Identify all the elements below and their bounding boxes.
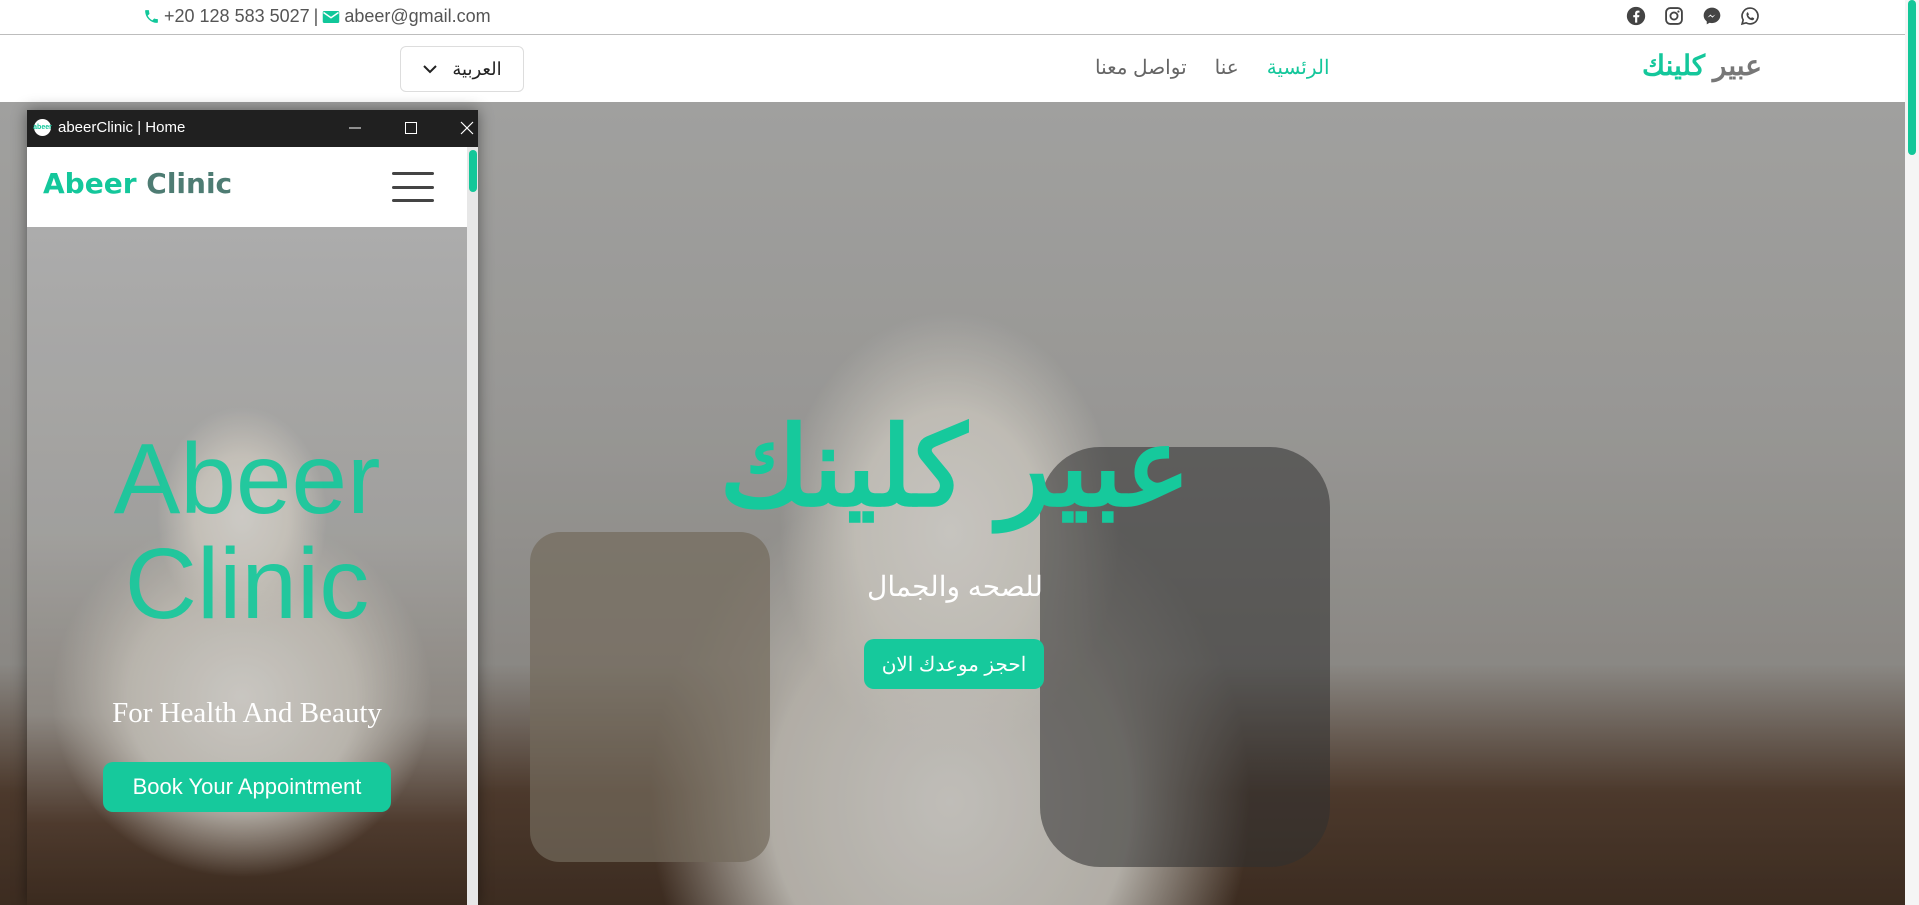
maximize-icon[interactable] bbox=[401, 118, 421, 138]
instagram-icon[interactable] bbox=[1664, 6, 1684, 26]
site-logo[interactable]: عبير كلينك bbox=[1642, 49, 1762, 82]
messenger-icon[interactable] bbox=[1702, 6, 1722, 26]
page-scrollbar[interactable] bbox=[1905, 0, 1919, 905]
mobile-book-appointment-button[interactable]: Book Your Appointment bbox=[103, 762, 391, 812]
contact-info: +20 128 583 5027 | abeer@gmail.com bbox=[143, 6, 491, 27]
facebook-icon[interactable] bbox=[1626, 6, 1646, 26]
window-scrollbar-thumb[interactable] bbox=[469, 150, 477, 192]
nav-menu: الرئسية عنا تواصل معنا bbox=[1095, 55, 1330, 80]
language-selector[interactable]: العربية bbox=[400, 46, 524, 92]
app-logo-icon: abeer bbox=[33, 119, 52, 136]
mobile-brand-word-1: Abeer bbox=[43, 167, 137, 200]
app-logo-text: abeer bbox=[33, 124, 52, 131]
window-scrollbar[interactable] bbox=[467, 147, 478, 905]
brand-word-2: كلينك bbox=[1642, 50, 1706, 81]
popup-window: abeer abeerClinic | Home Abeer Clinic Ab… bbox=[27, 110, 478, 905]
mobile-hero-title-line-1: Abeer bbox=[113, 423, 381, 535]
window-content: Abeer Clinic Abeer Clinic For Health And… bbox=[27, 147, 478, 905]
nav-link-home[interactable]: الرئسية bbox=[1267, 55, 1330, 80]
contact-separator: | bbox=[313, 6, 319, 26]
chevron-down-icon bbox=[422, 64, 438, 74]
envelope-icon bbox=[322, 9, 340, 25]
hero-title: عبير كلينك bbox=[719, 406, 1191, 529]
whatsapp-icon[interactable] bbox=[1740, 6, 1760, 26]
language-label: العربية bbox=[452, 58, 502, 79]
brand-word-1: عبير bbox=[1712, 50, 1762, 81]
main-navbar: العربية الرئسية عنا تواصل معنا عبير كلين… bbox=[0, 35, 1905, 102]
mobile-hero-subtitle: For Health And Beauty bbox=[112, 697, 382, 729]
hamburger-menu-icon[interactable] bbox=[392, 170, 434, 204]
mobile-hero-title: Abeer Clinic bbox=[27, 427, 467, 637]
nav-link-about[interactable]: عنا bbox=[1215, 55, 1239, 80]
hero-subtitle: للصحه والجمال bbox=[867, 571, 1043, 602]
email-address[interactable]: abeer@gmail.com bbox=[344, 6, 490, 27]
book-appointment-button[interactable]: احجز موعدك الان bbox=[864, 639, 1044, 689]
mobile-header: Abeer Clinic bbox=[27, 147, 467, 227]
minimize-icon[interactable] bbox=[345, 118, 365, 138]
page-scrollbar-thumb[interactable] bbox=[1908, 0, 1916, 155]
mobile-site-logo[interactable]: Abeer Clinic bbox=[43, 167, 232, 200]
mobile-hero-section: Abeer Clinic For Health And Beauty Book … bbox=[27, 227, 467, 905]
window-title-bar[interactable]: abeer abeerClinic | Home bbox=[27, 110, 478, 147]
social-links bbox=[1626, 6, 1760, 26]
nav-link-contact[interactable]: تواصل معنا bbox=[1095, 55, 1187, 80]
close-icon[interactable] bbox=[457, 118, 477, 138]
window-title: abeerClinic | Home bbox=[58, 119, 186, 136]
mobile-brand-word-2: Clinic bbox=[146, 167, 233, 200]
phone-icon bbox=[143, 8, 160, 25]
top-contact-bar: +20 128 583 5027 | abeer@gmail.com bbox=[0, 0, 1905, 35]
phone-number[interactable]: +20 128 583 5027 bbox=[164, 6, 310, 27]
mobile-hero-title-line-2: Clinic bbox=[124, 528, 370, 640]
